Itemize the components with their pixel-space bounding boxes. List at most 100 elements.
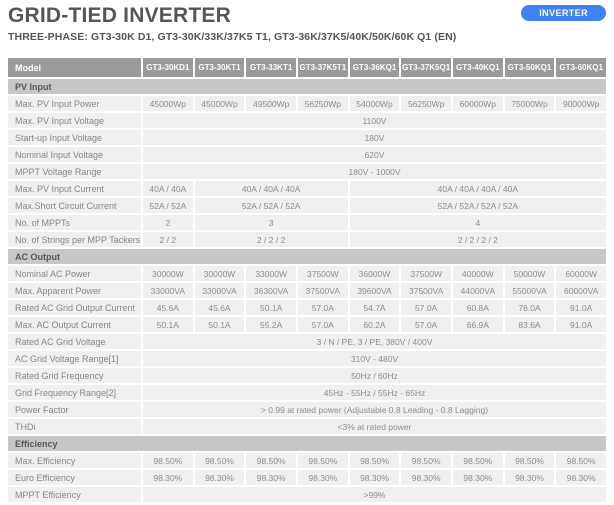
spec-cell: >99% [143, 487, 606, 502]
spec-cell: 91.0A [556, 317, 606, 332]
spec-cell: 50Hz / 60Hz [143, 368, 606, 383]
table-row: Max. PV Input Current40A / 40A40A / 40A … [8, 181, 606, 196]
spec-cell: 98.50% [505, 453, 555, 468]
spec-cell: 90000Wp [556, 96, 606, 111]
section-row: AC Output [8, 249, 606, 264]
spec-cell: 54000Wp [350, 96, 400, 111]
spec-cell: 98.50% [350, 453, 400, 468]
spec-cell: 60000Wp [453, 96, 503, 111]
spec-cell: 98.30% [143, 470, 193, 485]
spec-cell: 60000W [556, 266, 606, 281]
spec-cell: 33000VA [143, 283, 193, 298]
spec-cell: 33000VA [195, 283, 245, 298]
spec-cell: 56250Wp [298, 96, 348, 111]
spec-cell: 98.30% [298, 470, 348, 485]
model-name-cell: GT3-37K5T1 [298, 58, 348, 77]
row-label: Rated Grid Frequency [8, 368, 141, 383]
table-row: Max. Efficiency98.50%98.50%98.50%98.50%9… [8, 453, 606, 468]
table-row: Nominal Input Voltage620V [8, 147, 606, 162]
spec-cell: 2 / 2 [143, 232, 193, 247]
spec-cell: 98.30% [556, 470, 606, 485]
spec-cell: <3% at rated power [143, 419, 606, 434]
spec-cell: 98.50% [556, 453, 606, 468]
spec-cell: 3 [195, 215, 348, 230]
spec-cell: 37500W [401, 266, 451, 281]
spec-cell: 60000VA [556, 283, 606, 298]
spec-cell: 30000W [195, 266, 245, 281]
spec-cell: 36000W [350, 266, 400, 281]
spec-cell: 57.0A [401, 300, 451, 315]
row-label: Euro Efficiency [8, 470, 141, 485]
spec-cell: 3 / N / PE, 3 / PE, 380V / 400V [143, 334, 606, 349]
spec-cell: 57.0A [298, 317, 348, 332]
table-row: Max. Apparent Power33000VA33000VA36300VA… [8, 283, 606, 298]
row-label: Power Factor [8, 402, 141, 417]
spec-cell: 2 / 2 / 2 / 2 [350, 232, 606, 247]
table-row: Rated AC Grid Output Current45.6A45.6A50… [8, 300, 606, 315]
spec-cell: 98.30% [195, 470, 245, 485]
spec-cell: 66.9A [453, 317, 503, 332]
spec-cell: 98.30% [401, 470, 451, 485]
row-label: Nominal AC Power [8, 266, 141, 281]
spec-cell: 98.30% [505, 470, 555, 485]
spec-cell: 180V - 1000V [143, 164, 606, 179]
model-name-cell: GT3-50KQ1 [505, 58, 555, 77]
table-row: No. of Strings per MPP Tackers2 / 22 / 2… [8, 232, 606, 247]
spec-cell: 620V [143, 147, 606, 162]
spec-sheet-page: INVERTER GRID-TIED INVERTER THREE-PHASE:… [0, 0, 614, 502]
model-header-label: Model [8, 58, 141, 77]
spec-cell: 1100V [143, 113, 606, 128]
spec-cell: 180V [143, 130, 606, 145]
row-label: Max.Short Circuit Current [8, 198, 141, 213]
inverter-category-badge[interactable]: INVERTER [521, 5, 606, 21]
spec-cell: 57.0A [401, 317, 451, 332]
spec-cell: 45.6A [143, 300, 193, 315]
model-header-row: ModelGT3-30KD1GT3-30KT1GT3-33KT1GT3-37K5… [8, 58, 606, 77]
spec-cell: 91.0A [556, 300, 606, 315]
spec-cell: 98.50% [453, 453, 503, 468]
spec-cell: > 0.99 at rated power (Adjustable 0.8 Le… [143, 402, 606, 417]
table-row: Max. AC Output Current50.1A50.1A55.2A57.… [8, 317, 606, 332]
spec-cell: 50000W [505, 266, 555, 281]
spec-cell: 33000W [246, 266, 296, 281]
spec-cell: 39600VA [350, 283, 400, 298]
spec-cell: 98.50% [195, 453, 245, 468]
spec-cell: 50.1A [195, 317, 245, 332]
row-label: THDi [8, 419, 141, 434]
spec-cell: 60.2A [350, 317, 400, 332]
spec-cell: 40A / 40A [143, 181, 193, 196]
spec-table: ModelGT3-30KD1GT3-30KT1GT3-33KT1GT3-37K5… [8, 58, 606, 502]
row-label: Rated AC Grid Output Current [8, 300, 141, 315]
spec-cell: 40A / 40A / 40A [195, 181, 348, 196]
table-row: Rated AC Grid Voltage3 / N / PE, 3 / PE,… [8, 334, 606, 349]
spec-cell: 52A / 52A [143, 198, 193, 213]
spec-cell: 37500VA [401, 283, 451, 298]
row-label: Grid Frequency Range[2] [8, 385, 141, 400]
spec-cell: 40000W [453, 266, 503, 281]
spec-cell: 98.50% [143, 453, 193, 468]
spec-cell: 40A / 40A / 40A / 40A [350, 181, 606, 196]
row-label: Max. PV Input Current [8, 181, 141, 196]
section-label: AC Output [8, 249, 606, 264]
row-label: Max. Efficiency [8, 453, 141, 468]
spec-cell: 30000W [143, 266, 193, 281]
model-name-cell: GT3-30KT1 [195, 58, 245, 77]
table-row: THDi<3% at rated power [8, 419, 606, 434]
table-row: MPPT Efficiency>99% [8, 487, 606, 502]
row-label: MPPT Voltage Range [8, 164, 141, 179]
row-label: Nominal Input Voltage [8, 147, 141, 162]
section-row: Efficiency [8, 436, 606, 451]
table-row: Max.Short Circuit Current52A / 52A52A / … [8, 198, 606, 213]
spec-cell: 4 [350, 215, 606, 230]
page-subtitle: THREE-PHASE: GT3-30K D1, GT3-30K/33K/37K… [8, 31, 606, 43]
row-label: Rated AC Grid Voltage [8, 334, 141, 349]
spec-cell: 37500W [298, 266, 348, 281]
section-label: Efficiency [8, 436, 606, 451]
spec-cell: 55.2A [246, 317, 296, 332]
section-label: PV Input [8, 79, 606, 94]
spec-cell: 2 / 2 / 2 [195, 232, 348, 247]
row-label: Max. Apparent Power [8, 283, 141, 298]
row-label: AC Grid Voltage Range[1] [8, 351, 141, 366]
row-label: Start-up Input Voltage [8, 130, 141, 145]
spec-cell: 56250Wp [401, 96, 451, 111]
